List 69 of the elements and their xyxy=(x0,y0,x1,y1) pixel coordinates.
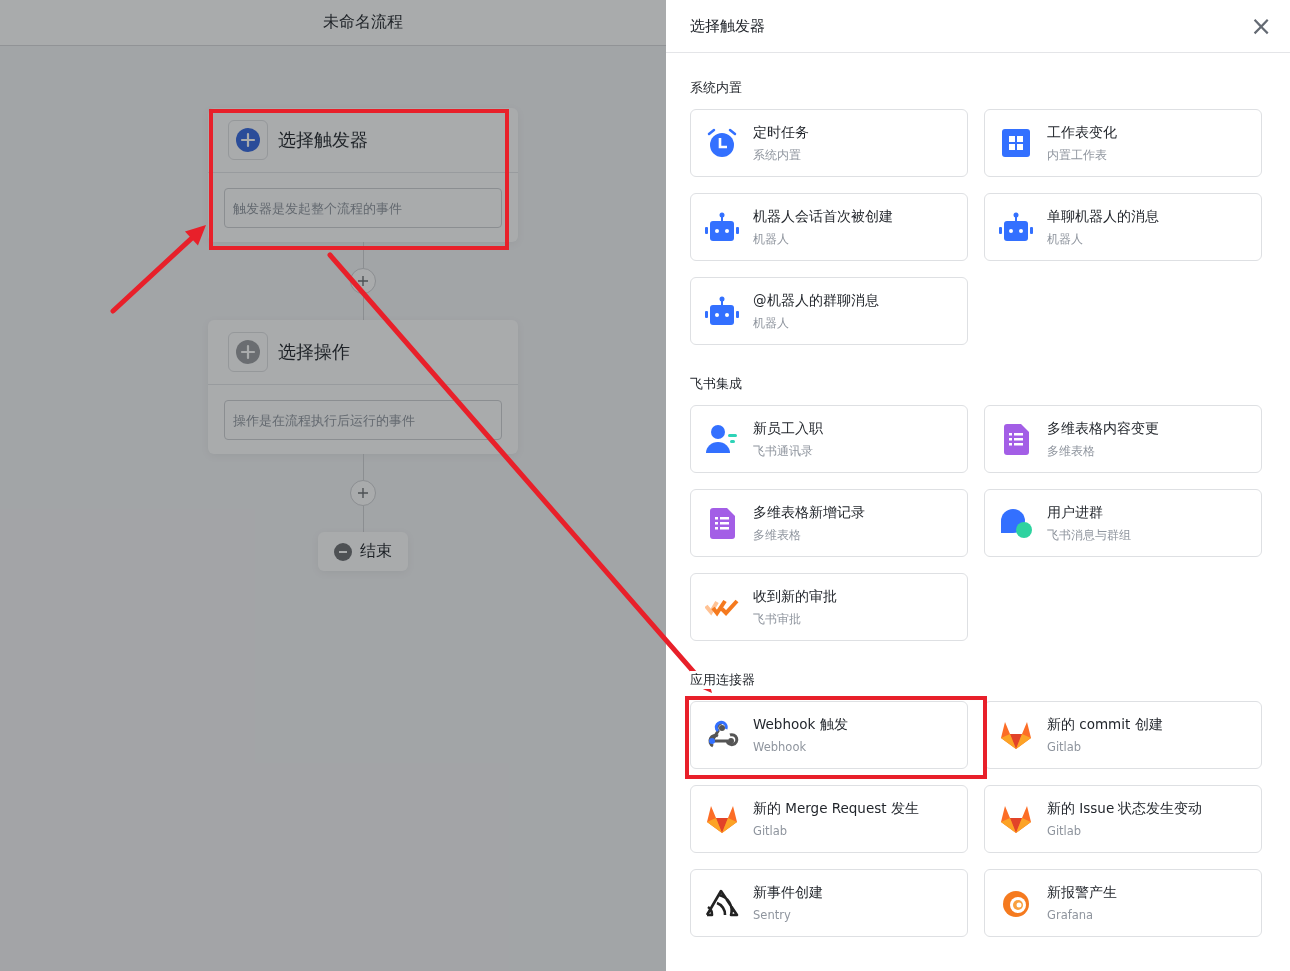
close-button[interactable]: × xyxy=(1248,13,1274,39)
card-title: 多维表格新增记录 xyxy=(753,503,865,522)
card-title: 新事件创建 xyxy=(753,884,823,902)
trigger-card[interactable]: 收到新的审批 飞书审批 xyxy=(690,573,968,641)
trigger-card[interactable]: 新员工入职 飞书通讯录 xyxy=(690,405,968,473)
trigger-card[interactable]: 用户进群 飞书消息与群组 xyxy=(984,489,1262,557)
trigger-card[interactable]: 单聊机器人的消息 机器人 xyxy=(984,193,1262,261)
card-subtitle: 机器人 xyxy=(753,231,790,247)
end-label: 结束 xyxy=(360,541,392,562)
section-title: 应用连接器 xyxy=(690,671,757,689)
card-title: 用户进群 xyxy=(1047,503,1104,522)
section-title: 飞书集成 xyxy=(690,375,744,393)
trigger-card[interactable]: 工作表变化 内置工作表 xyxy=(984,109,1262,177)
trigger-card[interactable]: 新事件创建 Sentry xyxy=(690,869,968,937)
check-marks-icon xyxy=(703,597,741,617)
minus-circle-icon xyxy=(334,542,352,561)
card-subtitle: 多维表格 xyxy=(1047,443,1096,459)
description-field[interactable]: 触发器是发起整个流程的事件 xyxy=(224,188,502,228)
card-title: 新的 commit 创建 xyxy=(1047,716,1163,734)
card-title: 单聊机器人的消息 xyxy=(1047,207,1159,226)
card-subtitle: 飞书审批 xyxy=(753,611,802,627)
card-subtitle: Sentry xyxy=(753,908,792,922)
card-subtitle: Webhook xyxy=(753,740,808,754)
flow-node[interactable]: 选择触发器 触发器是发起整个流程的事件 xyxy=(208,108,518,242)
trigger-card[interactable]: 多维表格内容变更 多维表格 xyxy=(984,405,1262,473)
node-title: 选择触发器 xyxy=(278,128,368,152)
trigger-card[interactable]: 新的 Issue 状态发生变动 Gitlab xyxy=(984,785,1262,853)
card-title: 新报警产生 xyxy=(1047,884,1117,902)
plus-icon xyxy=(357,275,369,287)
card-subtitle: Gitlab xyxy=(753,824,789,838)
node-title: 选择操作 xyxy=(278,340,350,364)
card-subtitle: Grafana xyxy=(1047,908,1095,922)
card-title: 收到新的审批 xyxy=(753,587,837,606)
card-subtitle: 飞书通讯录 xyxy=(753,443,814,459)
drawer-title: 选择触发器 xyxy=(690,16,765,36)
trigger-card[interactable]: @机器人的群聊消息 机器人 xyxy=(690,277,968,345)
card-title: 定时任务 xyxy=(753,123,809,142)
trigger-card[interactable]: Webhook 触发 Webhook xyxy=(690,701,968,769)
card-title: 多维表格内容变更 xyxy=(1047,419,1159,438)
card-subtitle: 内置工作表 xyxy=(1047,147,1108,163)
card-title: @机器人的群聊消息 xyxy=(753,291,879,310)
card-subtitle: Gitlab xyxy=(1047,740,1083,754)
card-subtitle: 多维表格 xyxy=(753,527,802,543)
description-field[interactable]: 操作是在流程执行后运行的事件 xyxy=(224,400,502,440)
card-subtitle: 飞书消息与群组 xyxy=(1047,527,1131,543)
trigger-card[interactable]: 机器人会话首次被创建 机器人 xyxy=(690,193,968,261)
flow-node[interactable]: 选择操作 操作是在流程执行后运行的事件 xyxy=(208,320,518,454)
robot-icon xyxy=(703,211,741,243)
card-subtitle: 系统内置 xyxy=(753,147,802,163)
card-subtitle: 机器人 xyxy=(753,315,790,331)
card-title: Webhook 触发 xyxy=(753,716,848,734)
trigger-card[interactable]: 新的 Merge Request 发生 Gitlab xyxy=(690,785,968,853)
arcs-icon xyxy=(703,888,741,918)
add-step-button[interactable] xyxy=(350,480,376,506)
trigger-card[interactable]: 新报警产生 Grafana xyxy=(984,869,1262,937)
plus-icon xyxy=(357,487,369,499)
robot-icon xyxy=(703,295,741,327)
card-title: 新的 Issue 状态发生变动 xyxy=(1047,800,1203,818)
card-title: 新员工入职 xyxy=(753,419,823,438)
card-subtitle: Gitlab xyxy=(1047,824,1083,838)
trigger-card[interactable]: 定时任务 系统内置 xyxy=(690,109,968,177)
section-title: 系统内置 xyxy=(690,79,744,97)
card-subtitle: 机器人 xyxy=(1047,231,1084,247)
card-title: 工作表变化 xyxy=(1047,123,1117,142)
flow-title: 未命名流程 xyxy=(323,12,403,33)
card-title: 新的 Merge Request 发生 xyxy=(753,800,919,818)
card-title: 机器人会话首次被创建 xyxy=(753,207,893,226)
robot-icon xyxy=(997,211,1035,243)
trigger-card[interactable]: 多维表格新增记录 多维表格 xyxy=(690,489,968,557)
